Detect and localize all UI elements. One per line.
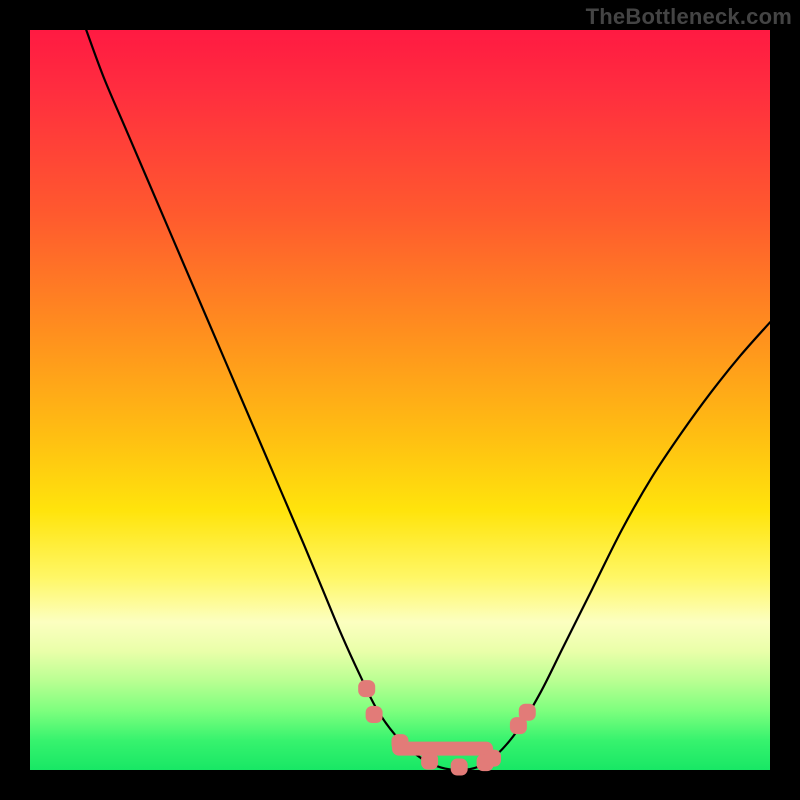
watermark-text: TheBottleneck.com [586,4,792,30]
curve-marker [392,734,409,751]
plot-area [30,30,770,770]
curve-marker [421,753,438,770]
curve-layer [30,30,770,770]
curve-markers [358,680,536,775]
curve-marker [519,704,536,721]
bottleneck-curve [86,30,770,770]
curve-marker [451,759,468,776]
curve-marker [484,750,501,767]
curve-marker [366,706,383,723]
chart-frame: TheBottleneck.com [0,0,800,800]
curve-marker [358,680,375,697]
